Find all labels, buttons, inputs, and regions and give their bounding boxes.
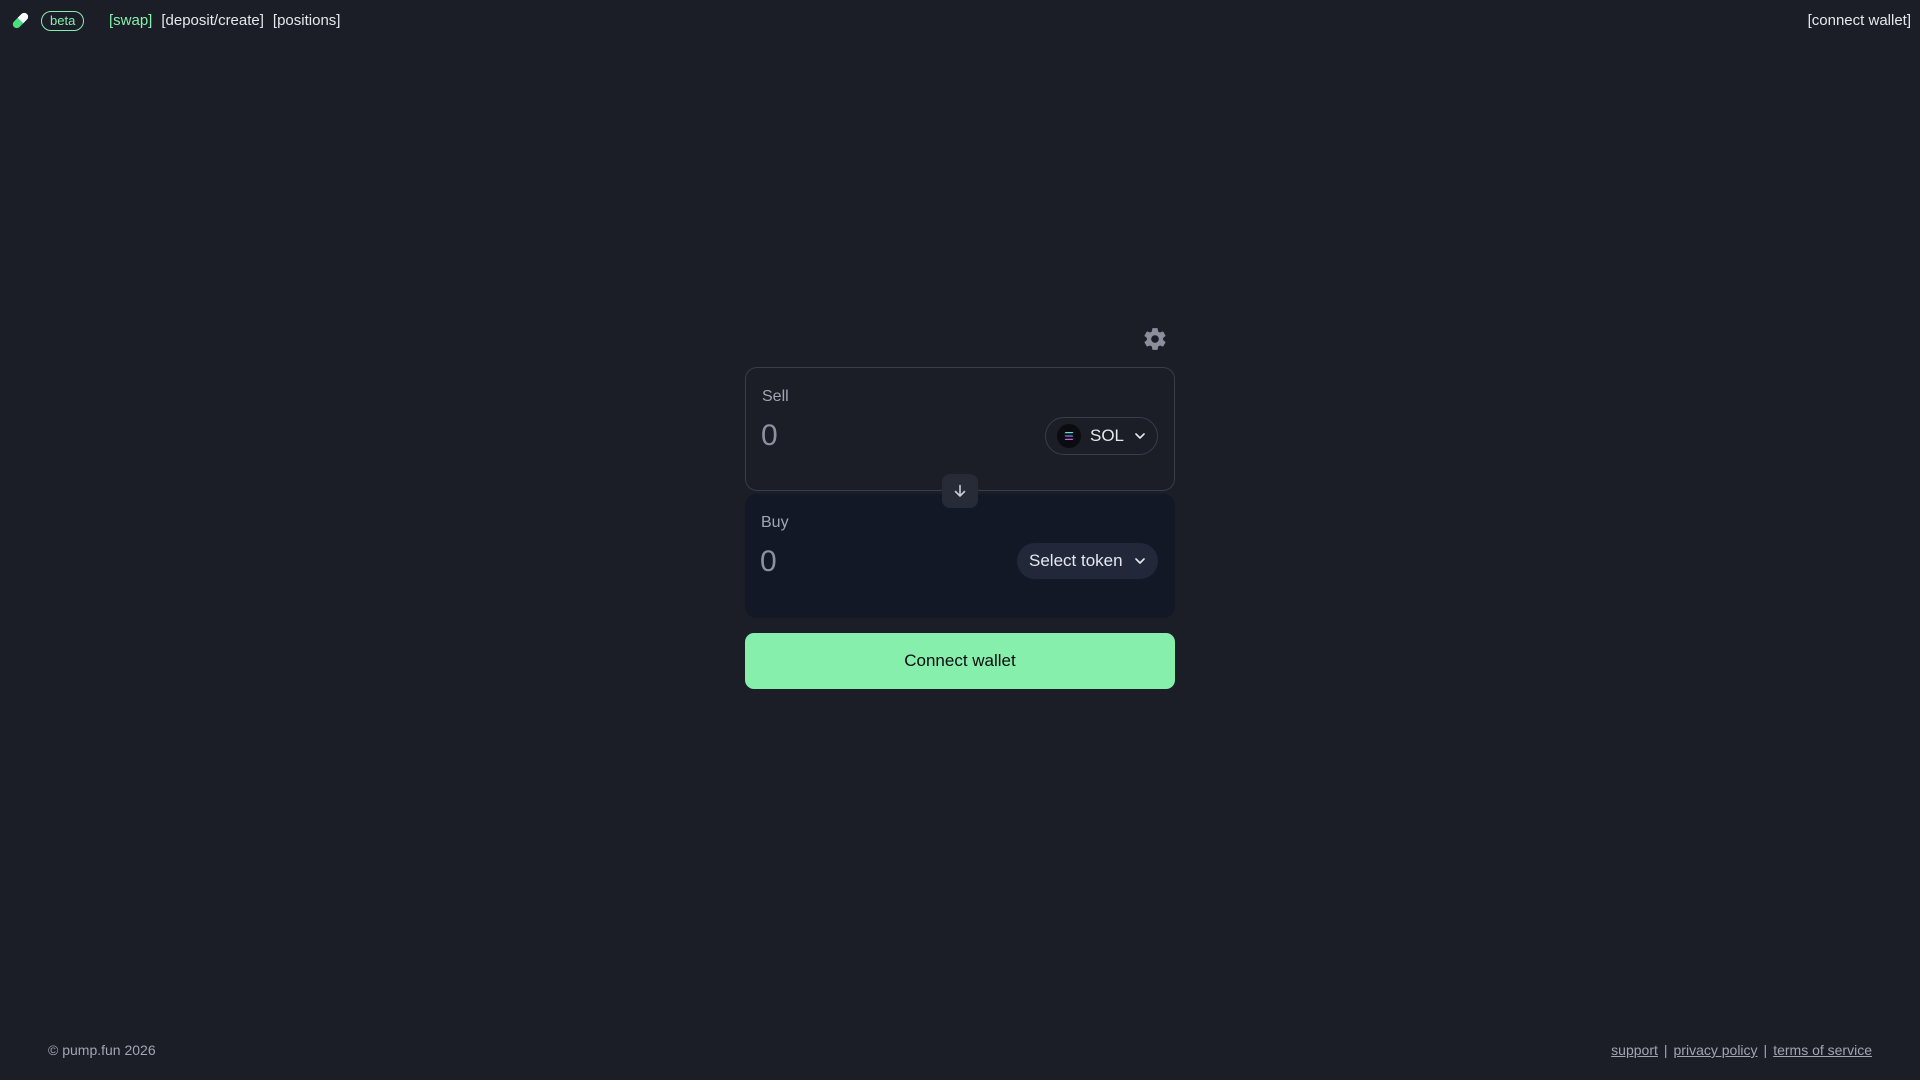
top-bar: beta [swap] [deposit/create] [positions]…: [0, 0, 1920, 42]
sell-card: Sell SOL: [745, 367, 1175, 491]
buy-token-selector[interactable]: Select token: [1017, 543, 1158, 579]
gear-icon[interactable]: [1142, 326, 1168, 352]
privacy-policy-link[interactable]: privacy policy: [1674, 1042, 1758, 1058]
footer-links: support | privacy policy | terms of serv…: [1611, 1042, 1872, 1058]
sell-token-selector[interactable]: SOL: [1045, 417, 1158, 455]
buy-card: Buy Select token: [745, 494, 1175, 618]
pill-icon[interactable]: [9, 9, 32, 32]
beta-badge: beta: [41, 11, 85, 31]
support-link[interactable]: support: [1611, 1042, 1658, 1058]
main-nav: [swap] [deposit/create] [positions]: [109, 12, 340, 29]
footer-separator: |: [1663, 1042, 1668, 1058]
arrow-down-icon: [954, 484, 966, 497]
terms-of-service-link[interactable]: terms of service: [1773, 1042, 1872, 1058]
buy-token-label: Select token: [1029, 551, 1123, 570]
chevron-down-icon: [1134, 558, 1145, 564]
connect-wallet-button[interactable]: Connect wallet: [745, 633, 1175, 689]
connect-wallet-link[interactable]: [connect wallet]: [1808, 12, 1911, 29]
footer-separator: |: [1763, 1042, 1768, 1058]
switch-tokens-button[interactable]: [942, 474, 978, 508]
sell-label: Sell: [762, 388, 789, 405]
solana-icon: [1057, 424, 1081, 448]
chevron-down-icon: [1135, 433, 1145, 439]
buy-amount-input[interactable]: [760, 542, 980, 582]
nav-swap[interactable]: [swap]: [109, 12, 152, 29]
copyright-text: © pump.fun 2026: [48, 1042, 156, 1058]
sell-token-label: SOL: [1090, 426, 1125, 445]
nav-deposit-create[interactable]: [deposit/create]: [161, 12, 264, 29]
sell-amount-input[interactable]: [761, 416, 981, 456]
nav-positions[interactable]: [positions]: [273, 12, 341, 29]
buy-label: Buy: [761, 514, 789, 531]
